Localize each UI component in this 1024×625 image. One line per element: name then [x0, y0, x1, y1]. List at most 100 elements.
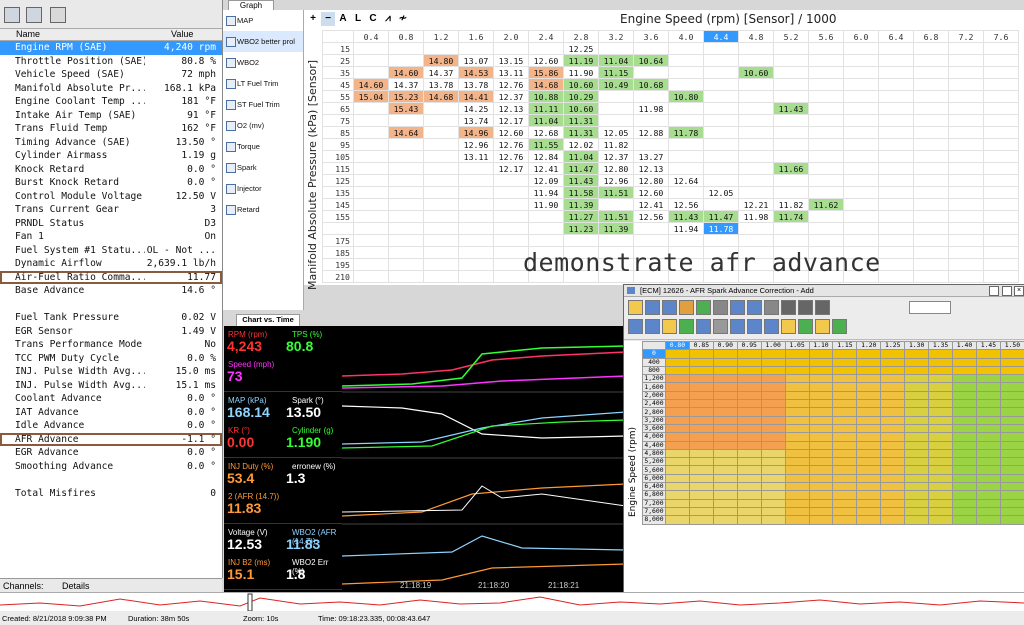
ecm-cell[interactable]	[880, 432, 906, 442]
ecm-cell[interactable]	[712, 465, 738, 475]
ecm-cell[interactable]	[736, 382, 762, 392]
histogram-cell[interactable]	[353, 210, 389, 223]
histogram-cell[interactable]	[983, 174, 1019, 187]
histogram-cell[interactable]: 15.23	[388, 90, 424, 103]
ecm-cell[interactable]	[928, 390, 954, 401]
histogram-cell[interactable]: 12.13	[633, 162, 669, 175]
histogram-cell[interactable]	[843, 210, 879, 223]
histogram-cell[interactable]	[808, 102, 844, 115]
ecm-cell[interactable]	[975, 399, 1001, 409]
histogram-cell[interactable]	[703, 126, 739, 139]
ecm-cell[interactable]	[664, 473, 690, 484]
histogram-cell[interactable]: 11.90	[563, 66, 599, 79]
histogram-cell[interactable]	[703, 162, 739, 175]
ecm-cell[interactable]	[975, 357, 1001, 367]
ecm-cell[interactable]	[784, 457, 810, 467]
channel-row[interactable]: PRNDL Status D3	[0, 217, 222, 231]
ecm-cell[interactable]	[664, 365, 690, 376]
ecm-cell[interactable]	[664, 515, 690, 525]
ecm-cell[interactable]	[760, 473, 786, 484]
ecm-cell[interactable]	[999, 399, 1024, 409]
ecm-cell[interactable]	[736, 390, 762, 401]
ecm-cell[interactable]	[880, 515, 906, 525]
ecm-cell[interactable]	[880, 465, 906, 475]
histogram-cell[interactable]	[843, 90, 879, 103]
histogram-cell[interactable]	[983, 246, 1019, 259]
histogram-cell[interactable]	[843, 162, 879, 175]
histogram-cell[interactable]	[458, 222, 494, 235]
ecm-cell[interactable]	[952, 407, 977, 417]
ecm-cell[interactable]	[712, 473, 738, 484]
histogram-cell[interactable]	[423, 174, 459, 187]
histogram-cell[interactable]: 11.94	[528, 186, 564, 199]
histogram-cell[interactable]	[738, 42, 774, 55]
ecm-cell[interactable]	[736, 465, 762, 475]
ecm-cell[interactable]	[688, 473, 714, 484]
ecm-cell[interactable]	[928, 349, 954, 359]
histogram-cell[interactable]	[388, 138, 424, 151]
ecm-cell[interactable]	[760, 407, 786, 417]
ecm-cell[interactable]	[904, 465, 930, 475]
histogram-cell[interactable]	[948, 258, 984, 271]
histogram-cell[interactable]: 14.64	[388, 126, 424, 139]
ecm-cell[interactable]	[664, 506, 690, 517]
histogram-cell[interactable]	[843, 102, 879, 115]
histogram-cell[interactable]	[423, 42, 459, 55]
histogram-cell[interactable]	[703, 78, 739, 91]
ecm-cell[interactable]	[760, 349, 786, 359]
ecm-cell[interactable]	[999, 473, 1024, 484]
histogram-cell[interactable]	[983, 150, 1019, 163]
channel-row[interactable]: INJ. Pulse Width Avg... 15.1 ms	[0, 379, 222, 393]
ecm-cell[interactable]	[856, 482, 882, 492]
ecm-cell[interactable]	[928, 448, 954, 459]
histogram-cell[interactable]	[843, 234, 879, 247]
ecm-cell[interactable]	[808, 498, 834, 508]
histogram-cell[interactable]	[843, 78, 879, 91]
histogram-cell[interactable]: 14.25	[458, 102, 494, 115]
histogram-cell[interactable]	[948, 102, 984, 115]
ecm-cell[interactable]	[736, 415, 762, 425]
ecm-cell[interactable]	[664, 482, 690, 492]
ecm-cell[interactable]	[760, 432, 786, 442]
ecm-cell[interactable]	[664, 374, 690, 384]
ecm-cell[interactable]	[928, 415, 954, 425]
histogram-cell[interactable]	[458, 258, 494, 271]
channel-row[interactable]	[0, 473, 222, 487]
channel-row[interactable]: Smoothing Advance 0.0 °	[0, 460, 222, 474]
col-value-header[interactable]: Value	[171, 29, 193, 39]
histogram-cell[interactable]: 12.37	[493, 90, 529, 103]
ecm-cell[interactable]	[880, 390, 906, 401]
ecm-cell[interactable]	[832, 423, 858, 434]
ecm-cell[interactable]	[880, 407, 906, 417]
histogram-cell[interactable]: 11.98	[633, 102, 669, 115]
histogram-cell[interactable]	[458, 270, 494, 283]
channel-row[interactable]: Timing Advance (SAE) 13.50 °	[0, 136, 222, 150]
ecm-cell[interactable]	[952, 515, 977, 525]
histogram-cell[interactable]	[633, 90, 669, 103]
ecm-cell[interactable]	[760, 490, 786, 500]
channel-row[interactable]: EGR Sensor 1.49 V	[0, 325, 222, 339]
histogram-cell[interactable]	[598, 234, 634, 247]
histogram-cell[interactable]	[948, 234, 984, 247]
ecm-cell[interactable]	[832, 399, 858, 409]
channel-row[interactable]: Engine RPM (SAE) 4,240 rpm	[0, 41, 222, 55]
ecm-cell[interactable]	[688, 457, 714, 467]
histogram-cell[interactable]: 11.51	[598, 186, 634, 199]
histogram-cell[interactable]	[668, 234, 704, 247]
close-icon[interactable]: ×	[1014, 286, 1024, 296]
histogram-cell[interactable]	[808, 222, 844, 235]
window-tool-icon[interactable]	[713, 300, 728, 315]
histogram-cell[interactable]	[913, 78, 949, 91]
histogram-cell[interactable]: 14.80	[423, 54, 459, 67]
ecm-cell[interactable]	[808, 490, 834, 500]
ecm-cell[interactable]	[904, 506, 930, 517]
histogram-cell[interactable]	[633, 222, 669, 235]
histogram-cell[interactable]	[598, 102, 634, 115]
histogram-cell[interactable]	[703, 102, 739, 115]
ecm-cell[interactable]	[808, 365, 834, 376]
ecm-cell[interactable]	[736, 515, 762, 525]
histogram-cell[interactable]: 11.82	[598, 138, 634, 151]
ecm-cell[interactable]	[784, 365, 810, 376]
histogram-cell[interactable]	[633, 66, 669, 79]
ecm-cell[interactable]	[760, 457, 786, 467]
